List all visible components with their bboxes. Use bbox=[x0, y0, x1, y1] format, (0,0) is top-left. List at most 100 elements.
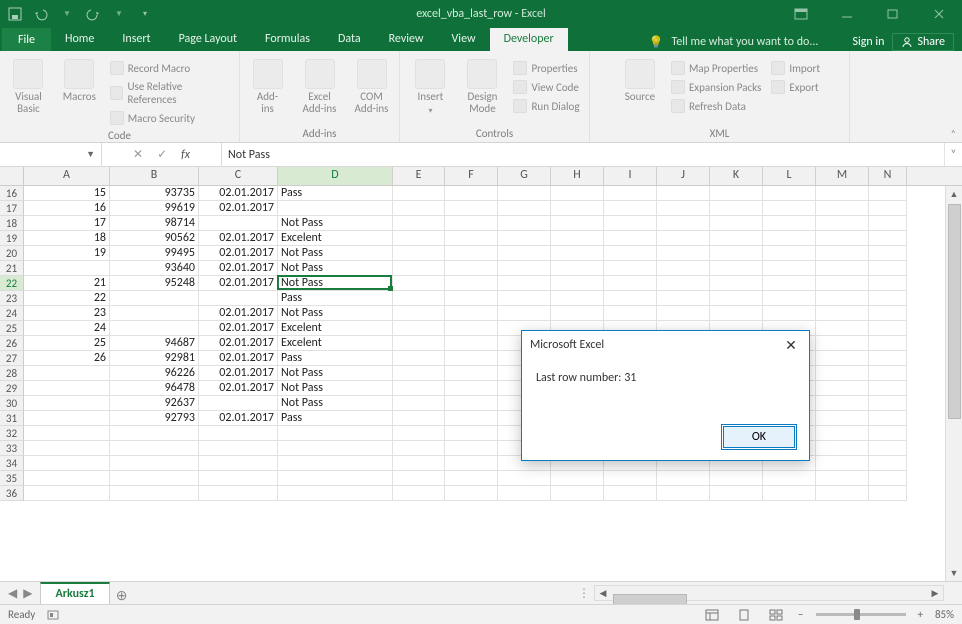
message-box-titlebar[interactable]: Microsoft Excel ✕ bbox=[522, 331, 809, 359]
cell[interactable] bbox=[445, 351, 498, 366]
qat-customize-icon[interactable]: ▾ bbox=[136, 5, 154, 23]
cell[interactable] bbox=[657, 486, 710, 501]
cell[interactable] bbox=[551, 246, 604, 261]
cell[interactable]: 93735 bbox=[110, 186, 199, 201]
cell[interactable]: 92981 bbox=[110, 351, 199, 366]
cell[interactable] bbox=[710, 246, 763, 261]
column-header-N[interactable]: N bbox=[869, 167, 907, 185]
cell[interactable] bbox=[445, 306, 498, 321]
cell[interactable]: Not Pass bbox=[278, 246, 393, 261]
cell[interactable] bbox=[869, 261, 907, 276]
sheet-nav-prev-icon[interactable]: ◀ bbox=[8, 586, 17, 601]
cell[interactable] bbox=[445, 366, 498, 381]
cell[interactable] bbox=[498, 261, 551, 276]
cell[interactable] bbox=[816, 456, 869, 471]
cell[interactable] bbox=[869, 231, 907, 246]
cell[interactable] bbox=[869, 276, 907, 291]
tab-data[interactable]: Data bbox=[324, 28, 375, 51]
cell[interactable] bbox=[710, 486, 763, 501]
row-header-21[interactable]: 21 bbox=[0, 261, 24, 276]
macro-security-button[interactable]: Macro Security bbox=[108, 109, 233, 127]
cell[interactable] bbox=[445, 231, 498, 246]
cell[interactable] bbox=[278, 201, 393, 216]
source-button[interactable]: Source bbox=[617, 55, 663, 103]
cell[interactable] bbox=[110, 306, 199, 321]
name-box[interactable]: ▼ bbox=[0, 143, 102, 166]
cell[interactable] bbox=[393, 186, 445, 201]
cell[interactable] bbox=[110, 321, 199, 336]
cell[interactable]: 25 bbox=[24, 336, 110, 351]
message-box-ok-button[interactable]: OK bbox=[723, 426, 795, 448]
column-header-A[interactable]: A bbox=[24, 167, 110, 185]
cell[interactable] bbox=[869, 471, 907, 486]
sheet-nav-next-icon[interactable]: ▶ bbox=[23, 586, 32, 601]
cell[interactable] bbox=[869, 336, 907, 351]
row-header-17[interactable]: 17 bbox=[0, 201, 24, 216]
cell[interactable]: Not Pass bbox=[278, 396, 393, 411]
row-header-30[interactable]: 30 bbox=[0, 396, 24, 411]
grid-rows[interactable]: 16159373502.01.2017Pass17169961902.01.20… bbox=[0, 186, 962, 581]
cell[interactable] bbox=[24, 366, 110, 381]
row-header-31[interactable]: 31 bbox=[0, 411, 24, 426]
cell[interactable] bbox=[869, 246, 907, 261]
record-macro-button[interactable]: Record Macro bbox=[108, 59, 233, 77]
cell[interactable]: Pass bbox=[278, 351, 393, 366]
scroll-left-icon[interactable]: ◀ bbox=[595, 588, 611, 599]
cell[interactable]: 02.01.2017 bbox=[199, 201, 278, 216]
cell[interactable]: 21 bbox=[24, 276, 110, 291]
cell[interactable] bbox=[869, 456, 907, 471]
row-header-18[interactable]: 18 bbox=[0, 216, 24, 231]
cell[interactable]: 02.01.2017 bbox=[199, 411, 278, 426]
cell[interactable] bbox=[816, 441, 869, 456]
cell[interactable] bbox=[199, 456, 278, 471]
cell[interactable]: 26 bbox=[24, 351, 110, 366]
cell[interactable] bbox=[551, 231, 604, 246]
maximize-icon[interactable] bbox=[870, 0, 916, 28]
cell[interactable] bbox=[393, 426, 445, 441]
view-normal-icon[interactable] bbox=[702, 607, 722, 623]
cell[interactable]: 23 bbox=[24, 306, 110, 321]
cell[interactable] bbox=[816, 246, 869, 261]
cell[interactable] bbox=[199, 291, 278, 306]
cell[interactable]: Pass bbox=[278, 186, 393, 201]
cell[interactable]: 22 bbox=[24, 291, 110, 306]
cell[interactable] bbox=[551, 186, 604, 201]
cell[interactable] bbox=[816, 231, 869, 246]
cell[interactable] bbox=[199, 426, 278, 441]
macro-recorder-icon[interactable] bbox=[47, 609, 61, 621]
cell[interactable] bbox=[869, 426, 907, 441]
cell[interactable] bbox=[816, 291, 869, 306]
cell[interactable]: Not Pass bbox=[278, 306, 393, 321]
row-header-23[interactable]: 23 bbox=[0, 291, 24, 306]
cell[interactable] bbox=[110, 456, 199, 471]
cell[interactable] bbox=[869, 216, 907, 231]
cell[interactable]: 02.01.2017 bbox=[199, 261, 278, 276]
qat-dd2-icon[interactable]: ▼ bbox=[110, 5, 128, 23]
cell[interactable]: 15 bbox=[24, 186, 110, 201]
cell[interactable]: Not Pass bbox=[278, 216, 393, 231]
cell[interactable] bbox=[24, 456, 110, 471]
cell[interactable] bbox=[816, 201, 869, 216]
cell[interactable] bbox=[445, 426, 498, 441]
cell[interactable] bbox=[24, 486, 110, 501]
cell[interactable]: 02.01.2017 bbox=[199, 231, 278, 246]
cell[interactable] bbox=[393, 306, 445, 321]
cell[interactable] bbox=[763, 471, 816, 486]
tab-home[interactable]: Home bbox=[51, 28, 108, 51]
cell[interactable] bbox=[869, 441, 907, 456]
cell[interactable]: 02.01.2017 bbox=[199, 351, 278, 366]
cell[interactable] bbox=[445, 456, 498, 471]
cell[interactable] bbox=[393, 276, 445, 291]
cell[interactable] bbox=[199, 441, 278, 456]
cell[interactable] bbox=[199, 471, 278, 486]
map-properties-button[interactable]: Map Properties bbox=[669, 59, 763, 77]
column-header-E[interactable]: E bbox=[393, 167, 445, 185]
cell[interactable] bbox=[393, 381, 445, 396]
scroll-up-icon[interactable]: ▲ bbox=[950, 186, 959, 202]
cell[interactable] bbox=[869, 201, 907, 216]
column-header-I[interactable]: I bbox=[604, 167, 657, 185]
cell[interactable] bbox=[393, 291, 445, 306]
cell[interactable] bbox=[657, 276, 710, 291]
tab-view[interactable]: View bbox=[438, 28, 490, 51]
cell[interactable] bbox=[604, 276, 657, 291]
